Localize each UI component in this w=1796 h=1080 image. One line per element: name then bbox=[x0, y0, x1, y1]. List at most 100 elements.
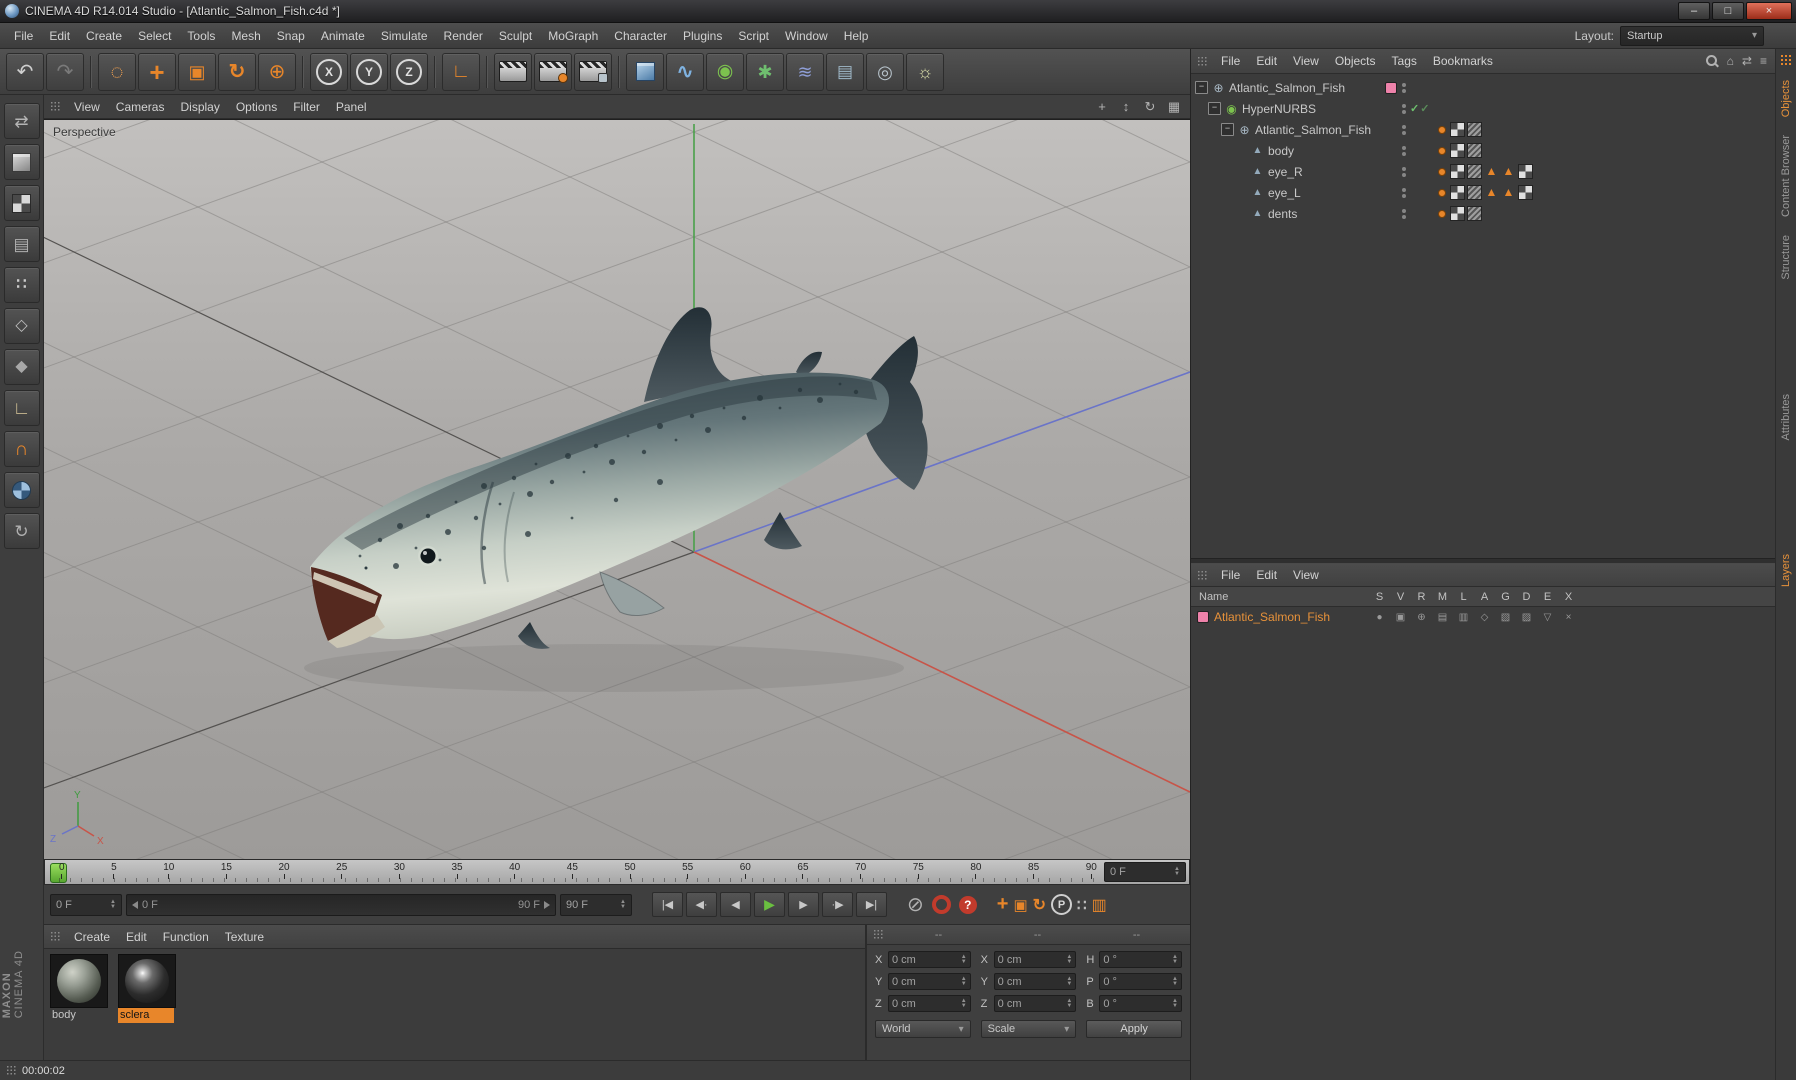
maximize-button[interactable]: □ bbox=[1712, 2, 1744, 20]
menu-file[interactable]: File bbox=[6, 26, 41, 46]
add-mograph-button[interactable]: ✱ bbox=[746, 52, 784, 91]
world-space-dropdown[interactable]: World bbox=[875, 1020, 971, 1038]
rotate-tool[interactable]: ↻ bbox=[218, 52, 256, 91]
coord-field-position-x[interactable]: 0 cm bbox=[888, 951, 971, 968]
close-button[interactable]: × bbox=[1746, 2, 1792, 20]
coord-field-rotation-p[interactable]: 0 ° bbox=[1099, 973, 1182, 990]
polygons-mode-button[interactable]: ◆ bbox=[3, 349, 40, 385]
start-frame-field[interactable]: 0 F bbox=[50, 893, 122, 916]
phong-tag[interactable] bbox=[1438, 188, 1446, 197]
record-pla-button[interactable]: ∷ bbox=[1077, 896, 1087, 914]
coord-field-size-x[interactable]: 0 cm bbox=[993, 951, 1077, 968]
texture-tag[interactable] bbox=[1450, 185, 1465, 200]
toggle-layout-button[interactable]: ▦ bbox=[1166, 99, 1182, 115]
menu-window[interactable]: Window bbox=[777, 26, 836, 46]
layer-toggle-d[interactable]: ▨ bbox=[1516, 612, 1537, 623]
end-frame-stepper[interactable] bbox=[620, 900, 626, 910]
layer-toggle-a[interactable]: ◇ bbox=[1474, 612, 1495, 623]
record-active-objects-button[interactable]: ⊘ bbox=[907, 892, 924, 917]
layer-toggle-g[interactable]: ▧ bbox=[1495, 612, 1516, 623]
object-manager-menu-view[interactable]: View bbox=[1285, 51, 1327, 71]
layer-toggle-l[interactable]: ▥ bbox=[1453, 612, 1474, 623]
end-frame-field[interactable]: 90 F bbox=[560, 893, 632, 916]
last-used-tool[interactable]: ⊕ bbox=[258, 52, 296, 91]
layer-color-chip[interactable] bbox=[1384, 81, 1397, 94]
stepper-icon[interactable] bbox=[1172, 999, 1178, 1009]
texture-tag[interactable] bbox=[1518, 185, 1533, 200]
autokeying-button[interactable] bbox=[931, 895, 951, 914]
material-thumbnail-body[interactable] bbox=[50, 954, 108, 1008]
object-manager-menu-file[interactable]: File bbox=[1213, 51, 1248, 71]
visibility-dots[interactable] bbox=[1398, 166, 1410, 177]
layer-toggle-s[interactable]: ● bbox=[1369, 612, 1390, 623]
apply-button[interactable]: Apply bbox=[1086, 1020, 1182, 1038]
viewport-menu-view[interactable]: View bbox=[66, 97, 108, 117]
record-parameter-button[interactable]: P bbox=[1051, 894, 1073, 915]
goto-start-button[interactable]: |◀ bbox=[652, 892, 683, 917]
record-position-button[interactable]: + bbox=[997, 893, 1009, 916]
stepper-icon[interactable] bbox=[1066, 977, 1072, 987]
stepper-icon[interactable] bbox=[1172, 955, 1178, 965]
object-row-eye-l[interactable]: ▲ eye_L ▲ ▲ bbox=[1191, 182, 1775, 203]
pan-view-button[interactable]: + bbox=[1094, 99, 1110, 115]
stepper-icon[interactable] bbox=[961, 999, 967, 1009]
lock-z-axis-button[interactable]: Z bbox=[390, 52, 428, 91]
material-menu-texture[interactable]: Texture bbox=[217, 927, 272, 947]
undo-button[interactable]: ↶ bbox=[6, 52, 44, 91]
edit-render-settings-button[interactable] bbox=[574, 52, 612, 91]
menu-script[interactable]: Script bbox=[730, 26, 777, 46]
play-forwards-button[interactable]: ▶ bbox=[754, 892, 785, 917]
phong-tag[interactable] bbox=[1438, 146, 1446, 155]
layer-color-chip[interactable] bbox=[1197, 611, 1209, 623]
scale-tool[interactable]: ▣ bbox=[178, 52, 216, 91]
texture-axis-mode-button[interactable] bbox=[3, 472, 40, 508]
phong-tag[interactable] bbox=[1438, 209, 1446, 218]
side-tab-content-browser[interactable]: Content Browser bbox=[1779, 131, 1793, 221]
visibility-dots[interactable] bbox=[1398, 187, 1410, 198]
home-button[interactable]: ⌂ bbox=[1727, 54, 1734, 68]
add-cube-button[interactable] bbox=[626, 52, 664, 91]
coord-field-size-z[interactable]: 0 cm bbox=[993, 995, 1077, 1012]
texture-tag[interactable] bbox=[1450, 143, 1465, 158]
goto-end-button[interactable]: ▶| bbox=[856, 892, 887, 917]
material-thumbnail-sclera[interactable] bbox=[118, 954, 176, 1008]
menu-mesh[interactable]: Mesh bbox=[223, 26, 268, 46]
viewport-menu-cameras[interactable]: Cameras bbox=[108, 97, 173, 117]
object-manager-menu-objects[interactable]: Objects bbox=[1327, 51, 1384, 71]
object-manager-menu-edit[interactable]: Edit bbox=[1248, 51, 1285, 71]
texture-tag[interactable] bbox=[1450, 206, 1465, 221]
normal-move-button[interactable]: ↻ bbox=[3, 513, 40, 549]
menu-animate[interactable]: Animate bbox=[313, 26, 373, 46]
viewport-menu-display[interactable]: Display bbox=[172, 97, 227, 117]
coord-field-rotation-h[interactable]: 0 ° bbox=[1099, 951, 1182, 968]
uvw-tag[interactable] bbox=[1467, 143, 1482, 158]
texture-tag[interactable] bbox=[1518, 164, 1533, 179]
render-view-button[interactable] bbox=[494, 52, 532, 91]
side-tab-attributes[interactable]: Attributes bbox=[1779, 390, 1793, 444]
salmon-model[interactable] bbox=[310, 307, 928, 649]
add-light-button[interactable]: ☼ bbox=[906, 52, 944, 91]
goto-previous-frame-button[interactable]: ◀ bbox=[720, 892, 751, 917]
zoom-view-button[interactable]: ↕ bbox=[1118, 99, 1134, 115]
expander-icon[interactable]: − bbox=[1195, 81, 1208, 94]
layer-manager-menu-view[interactable]: View bbox=[1285, 565, 1327, 585]
coord-field-position-y[interactable]: 0 cm bbox=[888, 973, 971, 990]
record-scale-button[interactable]: ▣ bbox=[1013, 896, 1027, 914]
points-mode-button[interactable]: ∷ bbox=[3, 267, 40, 303]
menu-render[interactable]: Render bbox=[436, 26, 491, 46]
add-spline-button[interactable]: ∿ bbox=[666, 52, 704, 91]
visibility-dots[interactable] bbox=[1398, 208, 1410, 219]
object-row-atlantic-salmon-fish[interactable]: − ⊕ Atlantic_Salmon_Fish bbox=[1191, 77, 1775, 98]
texture-tag[interactable] bbox=[1450, 122, 1465, 137]
layer-manager-menu-edit[interactable]: Edit bbox=[1248, 565, 1285, 585]
live-selection-tool[interactable]: ◌ bbox=[98, 52, 136, 91]
selection-tag[interactable]: ▲ bbox=[1501, 185, 1516, 200]
phong-tag[interactable] bbox=[1438, 167, 1446, 176]
side-tab-layers[interactable]: Layers bbox=[1779, 550, 1793, 591]
render-picture-viewer-button[interactable] bbox=[534, 52, 572, 91]
add-hypernurbs-button[interactable]: ◉ bbox=[706, 52, 744, 91]
redo-button[interactable]: ↷ bbox=[46, 52, 84, 91]
frame-stepper[interactable] bbox=[1174, 867, 1180, 877]
expander-icon[interactable]: − bbox=[1208, 102, 1221, 115]
coord-field-rotation-b[interactable]: 0 ° bbox=[1099, 995, 1182, 1012]
